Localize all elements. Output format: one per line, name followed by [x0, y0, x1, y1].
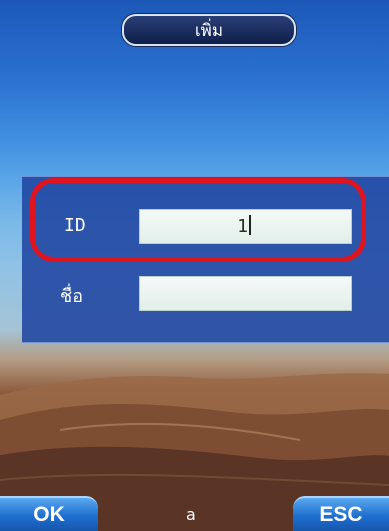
input-mode-indicator: a [186, 505, 196, 524]
ok-button[interactable]: OK [0, 496, 98, 531]
id-label: ID [64, 215, 86, 236]
user-form-panel: ID 1 ชื่อ [22, 176, 389, 343]
text-cursor [249, 215, 251, 235]
device-screen: เพิ่ม ID 1 ชื่อ OK a ESC [0, 0, 389, 531]
id-input[interactable]: 1 [139, 209, 352, 244]
esc-button[interactable]: ESC [293, 496, 389, 531]
name-label: ชื่อ [60, 286, 84, 307]
name-input[interactable] [139, 276, 352, 311]
id-value: 1 [237, 216, 248, 237]
screen-title: เพิ่ม [122, 14, 296, 46]
